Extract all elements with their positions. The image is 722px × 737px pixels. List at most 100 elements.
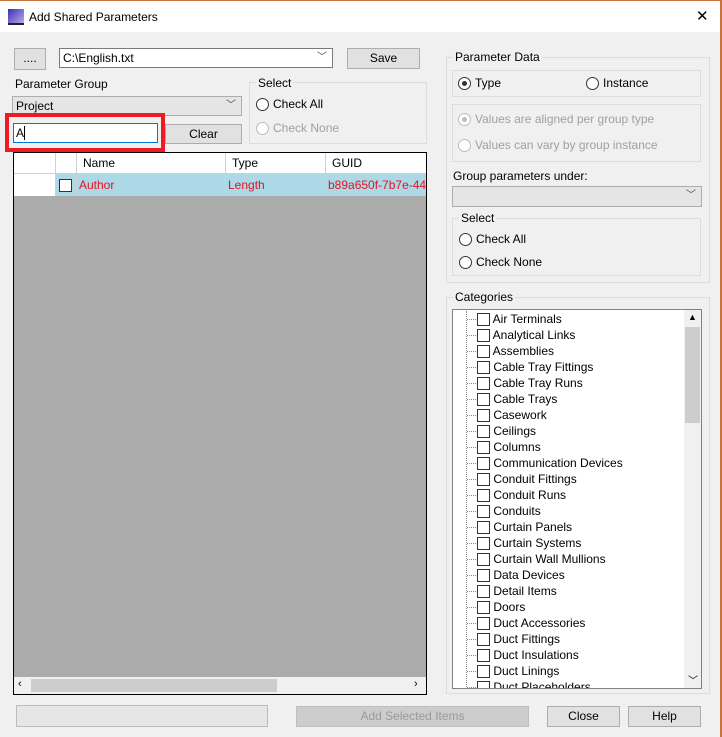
category-item[interactable]: Duct Placeholders xyxy=(467,679,591,688)
category-checkbox[interactable] xyxy=(477,601,490,615)
check-all-label: Check All xyxy=(476,232,527,246)
category-checkbox[interactable] xyxy=(477,409,490,423)
category-checkbox[interactable] xyxy=(477,585,490,599)
category-label: Curtain Wall Mullions xyxy=(493,552,606,566)
row-checkbox-cell[interactable] xyxy=(56,174,77,196)
category-item[interactable]: Data Devices xyxy=(467,567,565,583)
category-item[interactable]: Cable Tray Fittings xyxy=(467,359,593,375)
group-under-combo[interactable]: ﹀ xyxy=(452,186,702,207)
browse-button[interactable]: .... xyxy=(14,48,46,70)
category-label: Duct Linings xyxy=(493,664,560,678)
category-checkbox[interactable] xyxy=(477,313,490,327)
category-checkbox[interactable] xyxy=(477,441,490,455)
vary-radio[interactable]: Values can vary by group instance xyxy=(458,138,658,153)
category-item[interactable]: Duct Linings xyxy=(467,663,559,679)
category-item[interactable]: Ceilings xyxy=(467,423,536,439)
help-button[interactable]: Help xyxy=(628,706,701,727)
column-header-type[interactable]: Type xyxy=(226,153,326,174)
category-item[interactable]: Analytical Links xyxy=(467,327,575,343)
category-item[interactable]: Doors xyxy=(467,599,525,615)
clear-button[interactable]: Clear xyxy=(165,124,242,144)
category-label: Doors xyxy=(493,600,526,614)
category-item[interactable]: Conduits xyxy=(467,503,541,519)
check-all-radio[interactable]: Check All xyxy=(459,232,527,247)
category-item[interactable]: Duct Accessories xyxy=(467,615,585,631)
row-header[interactable] xyxy=(14,174,56,196)
category-checkbox[interactable] xyxy=(477,681,490,688)
category-checkbox[interactable] xyxy=(477,473,490,487)
radio-icon xyxy=(458,139,471,153)
category-checkbox[interactable] xyxy=(477,457,490,471)
category-item[interactable]: Conduit Runs xyxy=(467,487,566,503)
vertical-scrollbar[interactable]: ▲ ﹀ xyxy=(684,310,701,688)
checkbox-header xyxy=(56,153,77,174)
category-checkbox[interactable] xyxy=(477,345,490,359)
column-header-guid[interactable]: GUID xyxy=(326,153,426,174)
category-item[interactable]: Curtain Panels xyxy=(467,519,572,535)
type-label: Type xyxy=(475,76,502,90)
category-checkbox[interactable] xyxy=(477,521,490,535)
scroll-up-icon[interactable]: ▲ xyxy=(688,312,697,322)
category-checkbox[interactable] xyxy=(477,393,490,407)
filter-value: A xyxy=(16,126,25,140)
scroll-down-icon[interactable]: ﹀ xyxy=(688,672,698,687)
category-checkbox[interactable] xyxy=(477,537,490,551)
category-item[interactable]: Communication Devices xyxy=(467,455,623,471)
scroll-right-icon[interactable]: › xyxy=(414,678,418,690)
category-label: Conduit Fittings xyxy=(493,472,577,486)
file-path-combo[interactable]: C:\English.txt ﹀ xyxy=(59,48,333,68)
type-radio[interactable]: Type xyxy=(458,76,502,91)
category-item[interactable]: Columns xyxy=(467,439,541,455)
horizontal-scrollbar[interactable]: ‹ › xyxy=(14,677,426,694)
categories-tree[interactable]: Air Terminals Analytical Links Assemblie… xyxy=(452,309,702,689)
category-checkbox[interactable] xyxy=(477,505,490,519)
parameters-grid: Name Type GUID Author Length b89a650f-7b… xyxy=(13,152,427,695)
category-checkbox[interactable] xyxy=(477,377,490,391)
radio-icon xyxy=(256,98,269,112)
add-selected-items-button[interactable]: Add Selected Items xyxy=(296,706,529,727)
row-checkbox[interactable] xyxy=(59,179,72,193)
category-item[interactable]: Curtain Wall Mullions xyxy=(467,551,606,567)
save-button[interactable]: Save xyxy=(347,48,420,69)
scrollbar-thumb[interactable] xyxy=(31,679,277,692)
category-item[interactable]: Casework xyxy=(467,407,547,423)
check-none-radio[interactable]: Check None xyxy=(459,255,542,270)
category-label: Air Terminals xyxy=(492,312,562,326)
category-item[interactable]: Duct Fittings xyxy=(467,631,560,647)
category-item[interactable]: Assemblies xyxy=(467,343,554,359)
scroll-left-icon[interactable]: ‹ xyxy=(18,678,22,690)
category-checkbox[interactable] xyxy=(477,489,490,503)
category-checkbox[interactable] xyxy=(477,361,490,375)
close-icon[interactable]: ✕ xyxy=(696,7,709,25)
category-item[interactable]: Cable Tray Runs xyxy=(467,375,583,391)
category-checkbox[interactable] xyxy=(477,649,490,663)
cell-guid[interactable]: b89a650f-7b7e-44ff-8 xyxy=(326,174,426,196)
scrollbar-thumb[interactable] xyxy=(685,327,700,423)
close-button[interactable]: Close xyxy=(547,706,620,727)
category-item[interactable]: Duct Insulations xyxy=(467,647,579,663)
category-checkbox[interactable] xyxy=(477,553,490,567)
category-checkbox[interactable] xyxy=(477,665,490,679)
category-checkbox[interactable] xyxy=(477,569,490,583)
category-checkbox[interactable] xyxy=(477,633,490,647)
category-item[interactable]: Air Terminals xyxy=(467,311,562,327)
filter-input[interactable]: A​ xyxy=(13,123,158,143)
cell-type[interactable]: Length xyxy=(226,174,326,196)
check-all-radio[interactable]: Check All xyxy=(256,97,323,112)
category-item[interactable]: Conduit Fittings xyxy=(467,471,577,487)
instance-radio[interactable]: Instance xyxy=(586,76,648,91)
category-item[interactable]: Curtain Systems xyxy=(467,535,581,551)
category-label: Columns xyxy=(493,440,541,454)
category-checkbox[interactable] xyxy=(477,329,490,343)
category-item[interactable]: Detail Items xyxy=(467,583,557,599)
category-label: Cable Trays xyxy=(493,392,558,406)
vary-label: Values can vary by group instance xyxy=(475,138,658,152)
tree-line xyxy=(467,543,476,545)
category-checkbox[interactable] xyxy=(477,617,490,631)
column-header-name[interactable]: Name xyxy=(77,153,226,174)
category-checkbox[interactable] xyxy=(477,425,490,439)
check-none-radio[interactable]: Check None xyxy=(256,121,339,136)
category-item[interactable]: Cable Trays xyxy=(467,391,557,407)
cell-name[interactable]: Author xyxy=(77,174,226,196)
aligned-radio[interactable]: Values are aligned per group type xyxy=(458,112,654,127)
